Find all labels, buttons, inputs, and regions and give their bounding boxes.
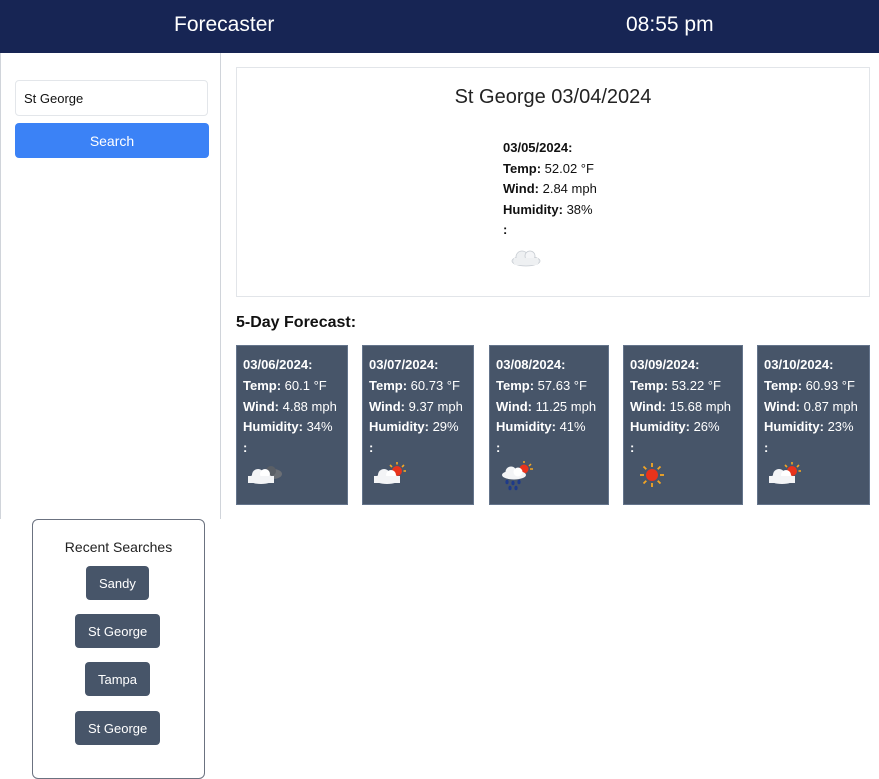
forecast-temp: 60.93 °F: [802, 377, 855, 393]
wind-label: Wind:: [369, 398, 405, 414]
forecast-humidity: 23%: [823, 419, 854, 435]
forecast-wind: 11.25 mph: [531, 398, 597, 414]
forecast-card-2: 03/07/2024: Temp: 60.73 °F Wind: 9.37 mp…: [362, 345, 474, 505]
forecast-card-5: 03/10/2024: Temp: 60.93 °F Wind: 0.87 mp…: [757, 345, 870, 505]
forecast-heading: 5-Day Forecast:: [236, 314, 357, 331]
temp-label: Temp:: [369, 377, 408, 393]
extra-label: :: [764, 440, 769, 456]
forecast-date: 03/08/2024:: [496, 357, 566, 372]
cloudy-night-icon: [248, 466, 282, 484]
temp-label: Temp:: [496, 377, 535, 393]
forecast-wind: 4.88 mph: [278, 398, 337, 414]
forecast-temp: 53.22 °F: [668, 377, 721, 393]
current-wind: 2.84 mph: [538, 181, 597, 196]
search-button[interactable]: Search: [15, 123, 209, 158]
app-title: Forecaster: [174, 13, 275, 36]
partly-sunny-icon: [769, 462, 801, 484]
current-weather-details: 03/05/2024: Temp: 52.02 °F Wind: 2.84 mp…: [503, 138, 597, 241]
forecast-card-3: 03/08/2024: Temp: 57.63 °F Wind: 11.25 m…: [489, 345, 609, 505]
extra-label: :: [369, 440, 374, 456]
recent-searches-panel: Recent Searches Sandy St George Tampa St…: [32, 519, 205, 779]
sun-icon: [640, 463, 664, 487]
forecast-card-4: 03/09/2024: Temp: 53.22 °F Wind: 15.68 m…: [623, 345, 743, 505]
current-temp: 52.02 °F: [541, 160, 594, 176]
forecast-temp: 60.1 °F: [281, 377, 327, 393]
temp-label: Temp:: [503, 160, 542, 176]
app-header: Forecaster 08:55 pm: [0, 0, 879, 53]
wind-label: Wind:: [243, 398, 279, 414]
recent-search-button[interactable]: St George: [75, 711, 161, 745]
humidity-label: Humidity:: [503, 201, 563, 217]
current-humidity: 38%: [562, 201, 593, 217]
forecast-date: 03/09/2024:: [630, 357, 700, 372]
humidity-label: Humidity:: [630, 419, 690, 435]
temp-label: Temp:: [764, 377, 803, 393]
recent-searches-title: Recent Searches: [64, 539, 173, 555]
wind-label: Wind:: [496, 398, 532, 414]
wind-label: Wind:: [503, 181, 539, 196]
current-date: 03/05/2024:: [503, 140, 573, 155]
humidity-label: Humidity:: [764, 419, 824, 435]
recent-search-button[interactable]: St George: [75, 614, 161, 648]
forecast-wind: 0.87 mph: [799, 398, 858, 414]
wind-label: Wind:: [630, 398, 666, 414]
forecast-temp: 57.63 °F: [534, 377, 587, 393]
sidebar: Search: [0, 53, 221, 519]
recent-search-button[interactable]: Sandy: [86, 566, 149, 600]
humidity-label: Humidity:: [243, 419, 303, 435]
forecast-temp: 60.73 °F: [407, 377, 460, 393]
rain-sun-icon: [502, 461, 533, 491]
forecast-humidity: 34%: [302, 419, 333, 435]
extra-label: :: [496, 440, 501, 456]
forecast-date: 03/10/2024:: [764, 357, 834, 372]
forecast-date: 03/07/2024:: [369, 357, 439, 372]
humidity-label: Humidity:: [496, 419, 556, 435]
forecast-wind: 15.68 mph: [665, 398, 732, 414]
wind-label: Wind:: [764, 398, 800, 414]
forecast-humidity: 41%: [555, 419, 586, 435]
extra-label: :: [243, 440, 248, 456]
temp-label: Temp:: [243, 377, 282, 393]
current-time: 08:55 pm: [626, 13, 714, 36]
cloud-icon: [511, 250, 541, 267]
partly-sunny-icon: [374, 462, 406, 484]
city-search-input[interactable]: [15, 80, 208, 116]
extra-label: :: [630, 440, 635, 456]
forecast-humidity: 26%: [689, 419, 720, 435]
forecast-date: 03/06/2024:: [243, 357, 313, 372]
forecast-card-1: 03/06/2024: Temp: 60.1 °F Wind: 4.88 mph…: [236, 345, 348, 505]
current-city-date: St George 03/04/2024: [454, 86, 652, 108]
temp-label: Temp:: [630, 377, 669, 393]
recent-search-button[interactable]: Tampa: [85, 662, 151, 696]
extra-label: :: [503, 222, 508, 237]
current-weather-card: St George 03/04/2024 03/05/2024: Temp: 5…: [236, 67, 870, 297]
humidity-label: Humidity:: [369, 419, 429, 435]
forecast-humidity: 29%: [428, 419, 459, 435]
forecast-wind: 9.37 mph: [404, 398, 463, 414]
